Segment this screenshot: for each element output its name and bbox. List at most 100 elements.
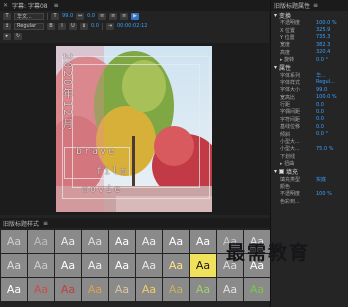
transform-row: 高度 320.4 <box>271 49 348 56</box>
transform-label: Y 位置 <box>280 34 295 41</box>
style-swatch[interactable]: Aa <box>1 278 27 301</box>
style-swatch[interactable]: Aa <box>136 254 162 277</box>
style-swatch[interactable]: Aa <box>55 230 81 253</box>
style-swatch[interactable]: Aa <box>244 278 270 301</box>
panel-menu-icon[interactable]: ≡ <box>54 2 60 9</box>
style-swatch[interactable]: Aa <box>190 278 216 301</box>
style-swatch[interactable]: Aa <box>190 254 216 277</box>
style-swatch[interactable]: Aa <box>109 254 135 277</box>
toolbar-separator <box>47 12 48 20</box>
transform-value[interactable]: 735.3 <box>316 34 330 40</box>
transform-row: 宽度 382.3 <box>271 41 348 49</box>
leading-value[interactable]: 0.0 <box>91 23 99 29</box>
fill-row: 颜色 <box>271 183 348 190</box>
property-value[interactable]: 0.0 <box>316 124 324 130</box>
style-swatch[interactable]: Aa <box>136 278 162 301</box>
style-swatch[interactable]: Aa <box>82 230 108 253</box>
section-properties[interactable]: ▾ 属性 <box>271 63 348 72</box>
fill-label: 色彩到... <box>280 198 300 205</box>
text-tool-button[interactable]: T <box>3 12 11 20</box>
underline-button[interactable]: U <box>69 22 77 30</box>
property-label: 宽高比 <box>280 94 296 101</box>
fill-label: 填充类型 <box>280 176 301 183</box>
italic-button[interactable]: I <box>58 22 66 30</box>
transform-label: 不透明度 <box>280 20 301 27</box>
property-value[interactable]: 100.0 % <box>316 94 337 100</box>
style-swatch[interactable]: Aa <box>28 230 54 253</box>
panel-tab-title[interactable]: 字幕: 字幕08 <box>12 1 48 10</box>
style-swatch[interactable]: Aa <box>28 278 54 301</box>
style-swatch[interactable]: Aa <box>55 278 81 301</box>
property-label: 字体大小 <box>280 87 301 94</box>
fill-rows: 填充类型 实底 颜色 不透明度 100 % 色彩到... <box>271 175 348 205</box>
timecode[interactable]: 00:00:02:12 <box>117 23 148 29</box>
fill-value[interactable]: 实底 <box>316 176 326 183</box>
style-swatch[interactable]: Aa <box>1 230 27 253</box>
property-value[interactable]: 99.0 <box>316 87 327 93</box>
transform-value[interactable]: 320.4 <box>316 49 330 55</box>
font-family-select[interactable]: 华文... <box>14 12 44 20</box>
style-swatch[interactable]: Aa <box>28 254 54 277</box>
close-icon[interactable]: ✕ <box>3 2 8 9</box>
property-row: 小型大... <box>271 138 348 145</box>
property-value[interactable]: 0.0 <box>316 116 324 122</box>
transform-value[interactable]: 100.0 % <box>316 20 337 26</box>
properties-panel-title[interactable]: 旧版标题属性 <box>274 1 310 10</box>
styles-panel-title[interactable]: 旧版标题样式 <box>3 219 39 228</box>
style-swatch[interactable]: Aa <box>109 230 135 253</box>
style-swatch[interactable]: Aa <box>82 254 108 277</box>
style-swatch[interactable]: Aa <box>163 278 189 301</box>
transform-value[interactable]: 382.3 <box>316 42 330 48</box>
property-label: 字体系列 <box>280 72 301 79</box>
toolbar-row-3: ▸ ↻ <box>0 31 269 41</box>
properties-menu-icon[interactable]: ≡ <box>313 2 318 9</box>
align-center-button[interactable]: ≡ <box>109 12 118 20</box>
align-right-button[interactable]: ≡ <box>120 12 129 20</box>
align-left-button[interactable]: ≡ <box>98 12 107 20</box>
style-swatch[interactable]: Aa <box>55 254 81 277</box>
font-style-select[interactable]: Regular <box>14 22 44 30</box>
styles-menu-icon[interactable]: ≡ <box>43 220 48 227</box>
title-text-film[interactable]: film <box>96 166 128 177</box>
watermark-text: 最需教育 <box>226 242 311 264</box>
property-label: 基线位移 <box>280 124 301 131</box>
title-text-brave[interactable]: brave <box>76 146 116 157</box>
style-swatch[interactable]: Aa <box>1 254 27 277</box>
kerning-value[interactable]: 0.0 <box>87 13 95 19</box>
style-swatch[interactable]: Aa <box>217 278 243 301</box>
fill-row: 色彩到... <box>271 198 348 205</box>
property-value[interactable]: Regul... <box>316 79 335 85</box>
font-size-value[interactable]: 99.0 <box>62 13 73 19</box>
style-swatch[interactable]: Aa <box>163 230 189 253</box>
fill-value[interactable]: 100 % <box>316 191 332 197</box>
bold-button[interactable]: B <box>47 22 55 30</box>
section-fill-label: 填充 <box>286 168 299 176</box>
property-value[interactable]: 0.0 ° <box>316 131 328 137</box>
show-video-button[interactable]: ▶ <box>131 12 140 20</box>
leading-icon: ↨ <box>80 22 88 30</box>
style-swatch[interactable]: Aa <box>163 254 189 277</box>
transform-row: X 位置 325.9 <box>271 26 348 34</box>
property-value[interactable]: 0.0 <box>316 109 324 115</box>
style-swatch[interactable]: Aa <box>109 278 135 301</box>
section-fill[interactable]: ▾ 填充 <box>271 167 348 176</box>
select-tool-button[interactable]: ▸ <box>3 32 11 40</box>
style-swatch[interactable]: Aa <box>82 278 108 301</box>
tab-stops-button[interactable]: ⇥ <box>105 22 114 30</box>
transform-value[interactable]: 325.9 <box>316 27 330 33</box>
style-swatch[interactable]: Aa <box>190 230 216 253</box>
transform-value[interactable]: 0.0 ° <box>316 57 328 63</box>
transform-row: 不透明度 100.0 % <box>271 19 348 27</box>
fill-checkbox[interactable] <box>279 168 285 174</box>
property-value[interactable]: 0.0 <box>316 102 324 108</box>
title-text-movie[interactable]: movie <box>82 184 122 195</box>
vertical-date-text[interactable]: 2020年12月 <box>59 53 75 131</box>
styles-panel-header: 旧版标题样式 ≡ <box>0 218 269 228</box>
property-value[interactable]: 75.0 % <box>316 146 333 152</box>
rotate-tool-button[interactable]: ↻ <box>14 32 22 40</box>
horizontal-type-icon[interactable]: ↕ <box>3 22 11 30</box>
property-value[interactable]: 华... <box>316 72 326 79</box>
section-transform[interactable]: ▾ 变换 <box>271 11 348 20</box>
title-canvas[interactable]: 2020年12月 brave film movie <box>0 43 269 215</box>
style-swatch[interactable]: Aa <box>136 230 162 253</box>
